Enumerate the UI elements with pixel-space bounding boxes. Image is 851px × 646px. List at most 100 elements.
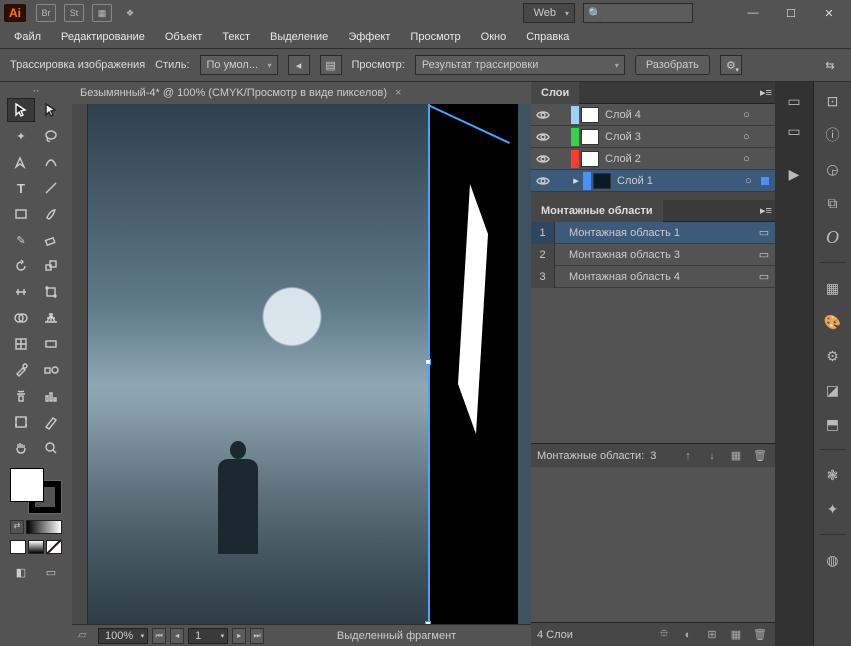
layer-name[interactable]: Слой 4 [601, 109, 741, 121]
style-dropdown[interactable]: По умол... [200, 55, 278, 75]
color-mode-none[interactable] [46, 540, 62, 554]
artboards-tab[interactable]: Монтажные области [531, 200, 663, 222]
workspace-switcher[interactable]: Web [523, 3, 575, 23]
artboard-nav-dropdown[interactable]: 1 [188, 628, 228, 644]
view-dropdown[interactable]: Результат трассировки [415, 55, 625, 75]
line-tool[interactable] [37, 176, 65, 200]
slice-tool[interactable] [37, 410, 65, 434]
target-icon[interactable]: ○ [743, 153, 757, 165]
libraries-panel-icon[interactable]: ◶ [820, 156, 846, 182]
arrange-docs-icon[interactable]: ▦ [92, 4, 112, 22]
target-icon[interactable]: ○ [745, 175, 759, 187]
stock-icon[interactable]: St [64, 4, 84, 22]
zoom-tool[interactable] [37, 436, 65, 460]
panel-icon[interactable]: ▭ [781, 88, 807, 114]
opentype-panel-icon[interactable]: O [820, 224, 846, 250]
mesh-tool[interactable] [7, 332, 35, 356]
next-artboard-icon[interactable]: ▸ [232, 628, 246, 644]
delete-layer-icon[interactable]: 🗑 [751, 626, 769, 644]
magic-wand-tool[interactable]: ✦ [7, 124, 35, 148]
artwork-image[interactable] [88, 104, 428, 624]
symbol-sprayer-tool[interactable] [7, 384, 35, 408]
maximize-button[interactable]: ☐ [773, 3, 809, 23]
new-layer-icon[interactable]: ▦ [727, 626, 745, 644]
trace-panel-icon[interactable]: ▤ [320, 55, 342, 75]
visibility-toggle[interactable] [533, 154, 553, 164]
expand-layer-icon[interactable]: ▸ [571, 174, 581, 187]
move-down-icon[interactable]: ↓ [703, 447, 721, 465]
scale-tool[interactable] [37, 254, 65, 278]
selection-handle[interactable] [425, 621, 431, 624]
color-panel-icon[interactable]: 🎨 [820, 309, 846, 335]
play-icon[interactable]: ▶ [781, 161, 807, 187]
transform-panel-icon[interactable]: ⬒ [820, 411, 846, 437]
menu-type[interactable]: Текст [214, 29, 258, 45]
style-prev-icon[interactable]: ◂ [288, 55, 310, 75]
color-mode-solid[interactable] [10, 540, 26, 554]
lasso-tool[interactable] [37, 124, 65, 148]
layer-row[interactable]: ▸ Слой 1 ○ [531, 170, 775, 192]
visibility-toggle[interactable] [533, 132, 553, 142]
move-up-icon[interactable]: ↑ [679, 447, 697, 465]
new-artboard-icon[interactable]: ▦ [727, 447, 745, 465]
canvas[interactable] [72, 104, 531, 624]
info-panel-icon[interactable]: ⓘ [820, 122, 846, 148]
width-tool[interactable] [7, 280, 35, 304]
minimize-button[interactable]: — [735, 3, 771, 23]
shape-builder-tool[interactable] [7, 306, 35, 330]
symbols-panel-icon[interactable]: ✦ [820, 496, 846, 522]
menu-effect[interactable]: Эффект [340, 29, 398, 45]
gpu-status-icon[interactable]: ▱ [78, 628, 94, 644]
fill-swatch[interactable] [10, 468, 44, 502]
direct-selection-tool[interactable] [37, 98, 65, 122]
layers-tab[interactable]: Слои [531, 82, 579, 104]
menu-help[interactable]: Справка [518, 29, 577, 45]
delete-artboard-icon[interactable]: 🗑 [751, 447, 769, 465]
close-button[interactable]: ✕ [811, 3, 847, 23]
blend-tool[interactable] [37, 358, 65, 382]
gradient-tool[interactable] [37, 332, 65, 356]
prev-artboard-icon[interactable]: ◂ [170, 628, 184, 644]
default-fill-stroke-icon[interactable] [26, 520, 62, 534]
panel-icon[interactable]: ▭ [781, 118, 807, 144]
rotate-tool[interactable] [7, 254, 35, 278]
layer-row[interactable]: Слой 4 ○ [531, 104, 775, 126]
close-tab-icon[interactable]: × [395, 87, 401, 99]
artboard-row[interactable]: 2 Монтажная область 3 ▭ [531, 244, 775, 266]
menu-object[interactable]: Объект [157, 29, 210, 45]
menu-window[interactable]: Окно [473, 29, 515, 45]
column-graph-tool[interactable] [37, 384, 65, 408]
screen-mode-menu-icon[interactable]: ▭ [37, 560, 65, 584]
last-artboard-icon[interactable]: ⏭ [250, 628, 264, 644]
new-sublayer-icon[interactable]: ⊞ [703, 626, 721, 644]
layers-panel-menu-icon[interactable]: ▸≡ [757, 86, 775, 99]
layer-name[interactable]: Слой 1 [613, 175, 743, 187]
screen-mode-normal-icon[interactable]: ◧ [7, 560, 35, 584]
make-clipping-mask-icon[interactable]: ◐ [679, 626, 697, 644]
artboard-options-icon[interactable]: ▭ [753, 226, 775, 239]
target-icon[interactable]: ○ [743, 109, 757, 121]
color-mode-gradient[interactable] [28, 540, 44, 554]
shaper-tool[interactable]: ✎ [7, 228, 35, 252]
trace-options-icon[interactable]: ⚙ [720, 55, 742, 75]
artboard-row[interactable]: 3 Монтажная область 4 ▭ [531, 266, 775, 288]
artboard-options-icon[interactable]: ▭ [753, 248, 775, 261]
artboard-panel-icon[interactable]: ⊡ [820, 88, 846, 114]
menu-edit[interactable]: Редактирование [53, 29, 153, 45]
swap-fill-stroke-icon[interactable]: ⇄ [10, 520, 24, 534]
artboard-name[interactable]: Монтажная область 3 [555, 249, 753, 261]
brushes-panel-icon[interactable]: ❃ [820, 462, 846, 488]
bridge-icon[interactable]: Br [36, 4, 56, 22]
zoom-dropdown[interactable]: 100% [98, 628, 148, 644]
layer-row[interactable]: Слой 2 ○ [531, 148, 775, 170]
eyedropper-tool[interactable] [7, 358, 35, 382]
eraser-tool[interactable] [37, 228, 65, 252]
artboard-options-icon[interactable]: ▭ [753, 270, 775, 283]
pathfinder-panel-icon[interactable]: ◪ [820, 377, 846, 403]
appearance-panel-icon[interactable]: ◍ [820, 547, 846, 573]
perspective-grid-tool[interactable] [37, 306, 65, 330]
gear-panel-icon[interactable]: ⚙ [820, 343, 846, 369]
free-transform-tool[interactable] [37, 280, 65, 304]
selection-handle[interactable] [425, 359, 431, 365]
swatches-panel-icon[interactable]: ▦ [820, 275, 846, 301]
